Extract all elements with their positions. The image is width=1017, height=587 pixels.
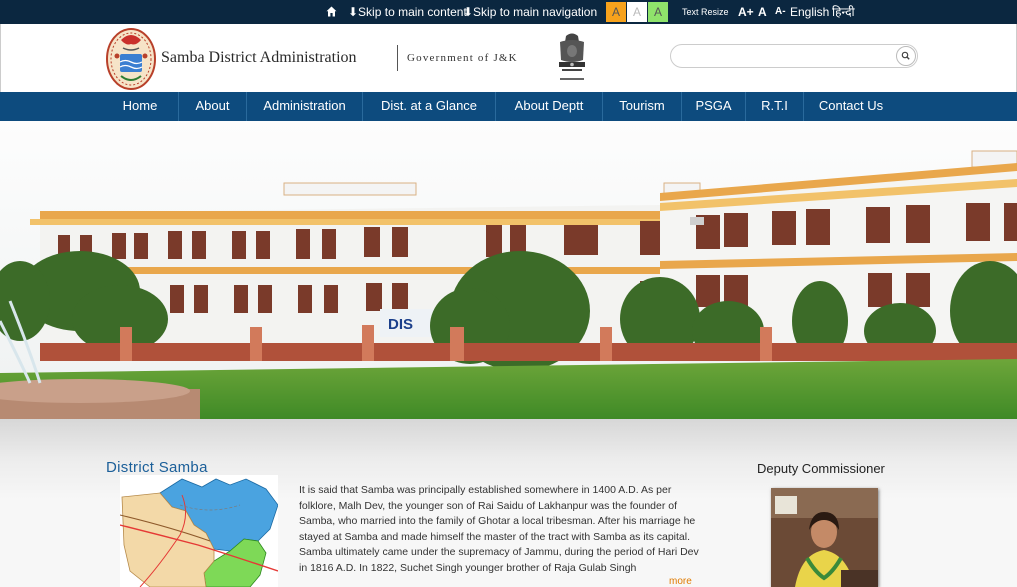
district-description: It is said that Samba was principally es…	[299, 484, 699, 574]
search-button[interactable]	[896, 46, 916, 66]
font-increase-button[interactable]: A+	[738, 0, 754, 24]
search-box	[670, 44, 918, 68]
section-title: District Samba	[106, 459, 208, 476]
more-link[interactable]: more	[669, 576, 692, 587]
contrast-white-button[interactable]: A	[627, 2, 647, 22]
font-decrease-button[interactable]: A-	[775, 0, 786, 24]
title-divider	[397, 45, 398, 71]
district-map-image[interactable]	[120, 475, 278, 587]
nav-item-psga[interactable]: PSGA	[682, 92, 745, 121]
hero-banner: DIS	[0, 121, 1017, 419]
search-icon	[901, 51, 910, 60]
nav-item-home[interactable]: Home	[102, 92, 178, 121]
contrast-green-button[interactable]: A	[648, 2, 668, 22]
government-subtitle: Government of J&K	[407, 52, 518, 64]
language-hindi-link[interactable]: हिन्दी	[832, 0, 855, 24]
top-utility-bar: ⬇Skip to main content ⬇Skip to main navi…	[0, 0, 1017, 24]
ashoka-emblem-logo	[559, 33, 585, 80]
home-icon[interactable]	[326, 0, 337, 24]
deputy-commissioner-portrait	[771, 488, 878, 587]
building-sign: DIS	[388, 316, 413, 333]
nav-item-administration[interactable]: Administration	[247, 92, 362, 121]
main-content: District Samba It is said that Samba was…	[0, 419, 1017, 587]
font-normal-button[interactable]: A	[758, 0, 767, 24]
language-english-link[interactable]: English	[790, 0, 829, 24]
nav-item-dist-at-a-glance[interactable]: Dist. at a Glance	[363, 92, 495, 121]
nav-item-rti[interactable]: R.T.I	[746, 92, 803, 121]
site-title[interactable]: Samba District Administration	[161, 49, 357, 67]
jk-emblem-logo[interactable]	[105, 26, 157, 90]
search-input[interactable]	[681, 48, 891, 64]
nav-item-about[interactable]: About	[179, 92, 246, 121]
text-resize-label: Text Resize	[682, 7, 729, 17]
contrast-orange-button[interactable]: A	[606, 2, 626, 22]
skip-to-main-navigation-link[interactable]: ⬇Skip to main navigation	[463, 0, 597, 24]
deputy-commissioner-title: Deputy Commissioner	[757, 461, 885, 476]
nav-item-tourism[interactable]: Tourism	[603, 92, 681, 121]
skip-to-main-content-link[interactable]: ⬇Skip to main content	[348, 0, 467, 24]
district-office-building-image: DIS	[0, 121, 1017, 419]
main-navigation: Home About Administration Dist. at a Gla…	[0, 92, 1017, 121]
nav-item-contact-us[interactable]: Contact Us	[804, 92, 898, 121]
nav-item-about-deptt[interactable]: About Deptt	[496, 92, 602, 121]
site-header: Samba District Administration Government…	[0, 24, 1017, 92]
deputy-commissioner-photo[interactable]	[771, 488, 878, 587]
